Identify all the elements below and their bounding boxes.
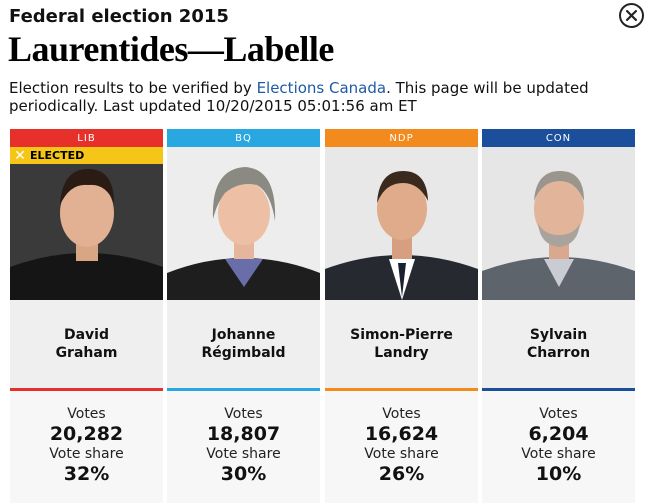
- party-label-con: CON: [482, 129, 635, 147]
- elected-badge: ✕ ELECTED: [10, 147, 163, 164]
- vote-share-label: Vote share: [521, 446, 596, 462]
- candidate-first-name: Sylvain: [529, 327, 588, 343]
- close-button[interactable]: [619, 3, 644, 28]
- vote-share-value: 26%: [378, 463, 425, 485]
- vote-share-value: 10%: [535, 463, 582, 485]
- candidate-card-ndp: NDP Simon-Pierre Landry Votes 16,624 Vote…: [325, 129, 478, 503]
- candidate-stats: Votes 18,807 Vote share 30%: [167, 391, 320, 503]
- candidate-photo: ✕ ELECTED: [10, 147, 163, 300]
- candidate-cards: LIB ✕ ELECTED David Graham Votes 20,282 V…: [10, 129, 637, 503]
- candidate-first-name: David: [63, 327, 109, 343]
- candidate-first-name: Johanne: [211, 327, 276, 343]
- party-label-bq: BQ: [167, 129, 320, 147]
- votes-value: 18,807: [206, 423, 281, 445]
- candidate-stats: Votes 6,204 Vote share 10%: [482, 391, 635, 503]
- party-label-lib: LIB: [10, 129, 163, 147]
- vote-share-label: Vote share: [206, 446, 281, 462]
- votes-value: 20,282: [49, 423, 124, 445]
- votes-label: Votes: [67, 406, 106, 422]
- vote-share-label: Vote share: [49, 446, 124, 462]
- candidate-last-name: Graham: [55, 345, 118, 361]
- candidate-photo: [325, 147, 478, 300]
- votes-label: Votes: [224, 406, 263, 422]
- candidate-name: Johanne Régimbald: [167, 300, 320, 388]
- vote-share-value: 30%: [220, 463, 267, 485]
- riding-title: Laurentides—Labelle: [8, 29, 334, 69]
- candidate-card-bq: BQ Johanne Régimbald Votes 18,807 Vote sh…: [167, 129, 320, 503]
- elections-canada-link[interactable]: Elections Canada: [257, 79, 387, 97]
- votes-value: 6,204: [528, 423, 589, 445]
- candidate-stats: Votes 20,282 Vote share 32%: [10, 391, 163, 503]
- vote-share-value: 32%: [63, 463, 110, 485]
- x-mark-icon: ✕: [14, 147, 26, 164]
- note-text-start: Election results to be verified by: [9, 79, 257, 97]
- candidate-photo: [167, 147, 320, 300]
- candidate-last-name: Charron: [526, 345, 591, 361]
- candidate-name: Simon-Pierre Landry: [325, 300, 478, 388]
- votes-label: Votes: [382, 406, 421, 422]
- candidate-name: Sylvain Charron: [482, 300, 635, 388]
- candidate-card-lib: LIB ✕ ELECTED David Graham Votes 20,282 V…: [10, 129, 163, 503]
- election-subtitle: Federal election 2015: [9, 6, 229, 27]
- candidate-card-con: CON Sylvain Charron Votes 6,204 Vote shar…: [482, 129, 635, 503]
- party-label-ndp: NDP: [325, 129, 478, 147]
- candidate-last-name: Landry: [374, 345, 429, 361]
- candidate-photo: [482, 147, 635, 300]
- results-note: Election results to be verified by Elect…: [9, 79, 639, 115]
- votes-label: Votes: [539, 406, 578, 422]
- candidate-last-name: Régimbald: [201, 345, 286, 361]
- vote-share-label: Vote share: [364, 446, 439, 462]
- votes-value: 16,624: [364, 423, 439, 445]
- candidate-stats: Votes 16,624 Vote share 26%: [325, 391, 478, 503]
- candidate-first-name: Simon-Pierre: [350, 327, 453, 343]
- elected-label: ELECTED: [30, 149, 85, 162]
- close-icon: [626, 10, 637, 21]
- candidate-name: David Graham: [10, 300, 163, 388]
